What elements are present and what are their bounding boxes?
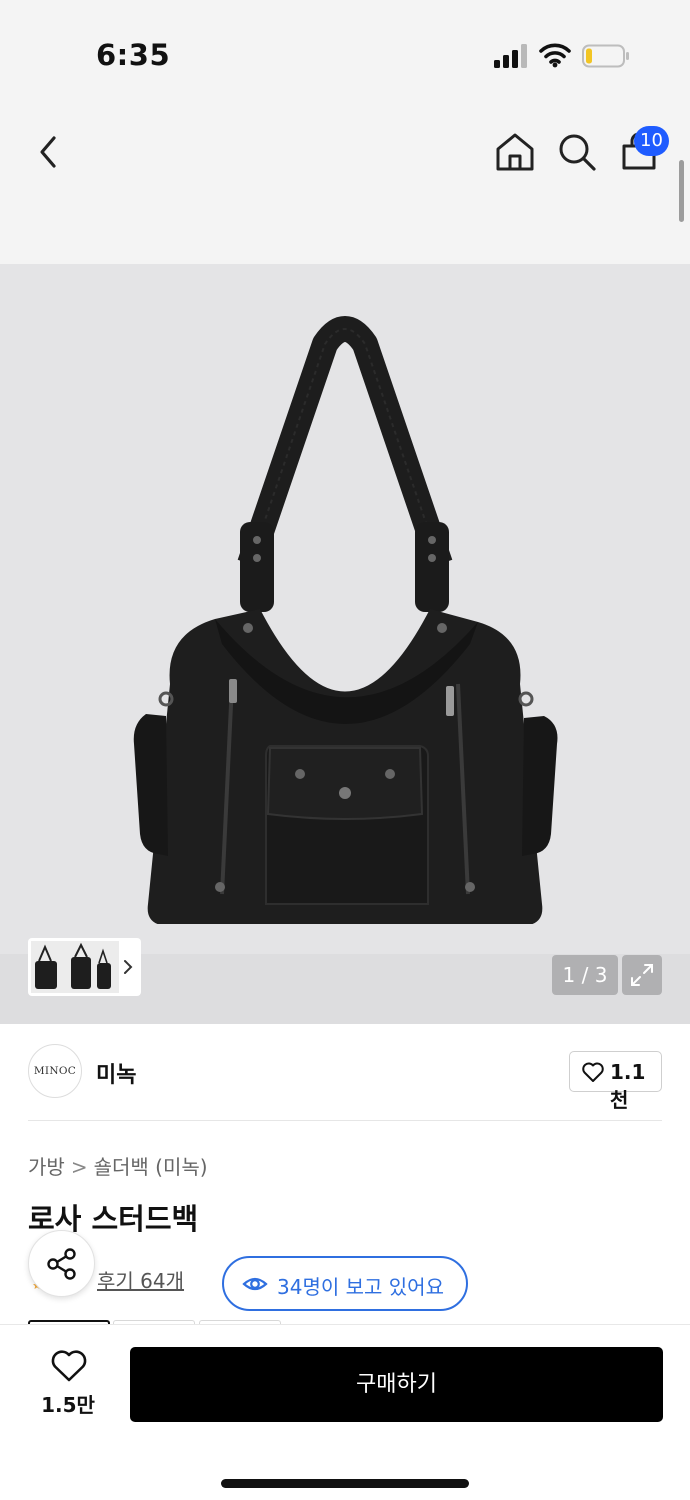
expand-icon [631,964,653,986]
heart-outline-icon [582,1062,604,1082]
expand-button[interactable] [622,955,662,995]
top-nav: 10 [0,100,690,264]
heart-icon [51,1350,87,1382]
signal-icon [494,44,527,68]
viewers-badge: 34명이 보고 있어요 [222,1256,468,1311]
viewers-text: 34명이 보고 있어요 [277,1275,444,1299]
divider [28,1120,662,1121]
eye-icon [242,1277,268,1291]
share-icon [47,1248,76,1280]
share-button[interactable] [28,1230,95,1297]
breadcrumb: 가방 > 숄더백 (미녹) [28,1151,208,1180]
page-indicator: 1 / 3 [552,955,618,995]
home-indicator [221,1479,469,1488]
cart-badge: 10 [634,126,669,156]
review-link[interactable]: 후기 64개 [97,1265,184,1294]
battery-icon [582,44,629,68]
breadcrumb-subcategory[interactable]: 숄더백 (미녹) [94,1155,208,1179]
chevron-right-icon [124,960,133,974]
brand-like-count: 1.1천 [610,1060,646,1112]
wishlist-button[interactable]: 1.5만 [28,1347,108,1423]
product-image-gallery[interactable]: 1 / 3 [0,264,690,1024]
status-bar: 6:35 [0,0,690,100]
status-time: 6:35 [96,38,171,72]
brand-logo[interactable]: MINOC [28,1044,82,1098]
brand-name[interactable]: 미녹 [96,1057,136,1089]
brand-like-button[interactable]: 1.1천 [569,1051,662,1112]
product-photo [133,316,558,924]
back-icon[interactable] [30,130,70,174]
home-icon[interactable] [494,130,536,174]
bottom-action-bar: 1.5만 구매하기 [0,1324,690,1500]
buy-button[interactable]: 구매하기 [130,1347,663,1422]
thumbnail-strip[interactable] [28,938,141,996]
search-icon[interactable] [556,130,598,174]
breadcrumb-category[interactable]: 가방 [28,1155,65,1179]
scrollbar-thumb[interactable] [679,160,684,222]
thumbnail-image [31,941,119,993]
wifi-icon [539,43,571,68]
breadcrumb-separator-icon: > [70,1155,88,1179]
wishlist-count: 1.5만 [41,1393,95,1417]
